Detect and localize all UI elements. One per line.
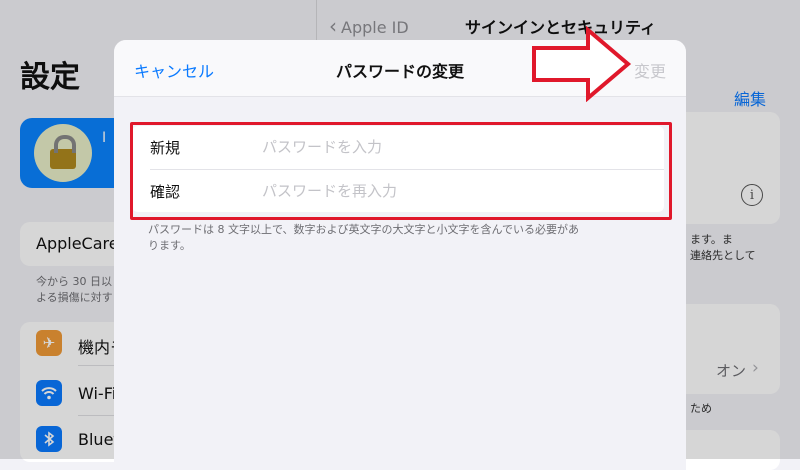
arrow-right-icon [532, 26, 632, 102]
highlight-box [130, 122, 672, 220]
change-password-sheet: キャンセル パスワードの変更 変更 新規 確認 パスワードは 8 文字以上で、数… [114, 40, 686, 470]
change-button[interactable]: 変更 [634, 58, 666, 82]
password-requirements-hint: パスワードは 8 文字以上で、数字および英文字の大文字と小文字を含んでいる必要が… [148, 223, 579, 252]
